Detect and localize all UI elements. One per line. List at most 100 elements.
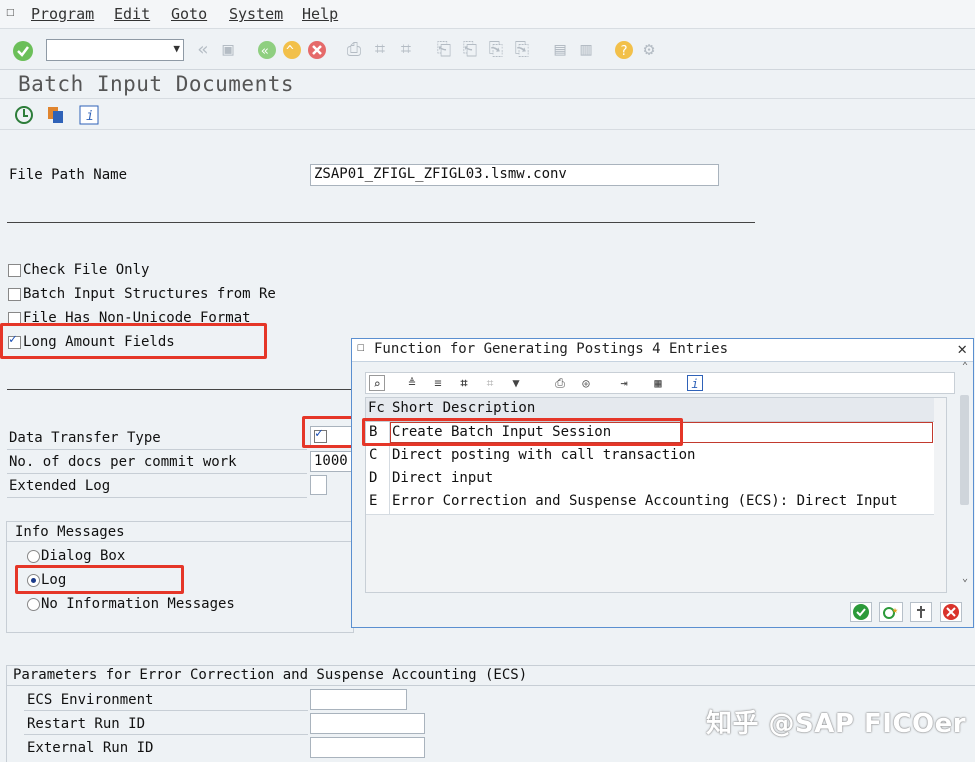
divider bbox=[7, 222, 755, 223]
window-menu-icon[interactable]: ☐ bbox=[357, 340, 365, 355]
close-icon[interactable]: ✕ bbox=[957, 339, 967, 358]
pin-button[interactable] bbox=[910, 602, 932, 622]
menu-system[interactable]: System bbox=[229, 5, 283, 23]
watermark: 知乎 @SAP FICOer bbox=[706, 709, 967, 739]
ecs-environment-label: ECS Environment bbox=[27, 692, 154, 708]
scroll-up-icon[interactable]: ⌃ bbox=[958, 361, 972, 372]
sort-descending-icon[interactable]: ≡ bbox=[430, 375, 446, 391]
export-icon[interactable]: ⇥ bbox=[616, 375, 632, 391]
menu-help[interactable]: Help bbox=[302, 5, 338, 23]
back-double-icon[interactable]: « bbox=[193, 40, 213, 60]
row-line bbox=[7, 449, 307, 450]
svg-text:^: ^ bbox=[286, 44, 294, 59]
column-header-description[interactable]: Short Description bbox=[392, 400, 535, 416]
title-bar: Batch Input Documents bbox=[0, 70, 975, 98]
batch-input-structures-label: Batch Input Structures from Re bbox=[23, 286, 276, 302]
sort-ascending-icon[interactable]: ≜ bbox=[404, 375, 420, 391]
table-row[interactable]: D Direct input bbox=[366, 468, 934, 492]
restart-run-id-input[interactable] bbox=[310, 713, 425, 734]
application-toolbar bbox=[0, 98, 975, 130]
exit-icon[interactable]: ^ bbox=[282, 40, 302, 60]
no-info-messages-label: No Information Messages bbox=[41, 596, 235, 612]
scroll-down-icon[interactable]: ⌄ bbox=[958, 573, 972, 584]
dialog-box-radio[interactable] bbox=[27, 550, 40, 563]
check-file-only-checkbox[interactable] bbox=[8, 264, 21, 277]
batch-input-structures-checkbox[interactable] bbox=[8, 288, 21, 301]
print-icon[interactable]: ⎙ bbox=[552, 375, 568, 391]
row-description: Direct input bbox=[392, 470, 494, 486]
external-run-id-input[interactable] bbox=[310, 737, 425, 758]
new-entries-button[interactable]: ★ bbox=[879, 602, 903, 622]
group-line bbox=[7, 541, 351, 542]
create-session-icon[interactable]: ▤ bbox=[549, 40, 571, 60]
extended-log-checkbox[interactable] bbox=[310, 475, 327, 495]
system-menu-icon[interactable]: ☐ bbox=[6, 4, 14, 20]
back-icon[interactable]: « bbox=[257, 40, 277, 60]
alv-toolbar: ⌕ ≜ ≡ ⌗ ⌗ ▼ ⎙ ◎ ⇥ ▦ i bbox=[365, 372, 955, 394]
divider bbox=[7, 389, 351, 390]
variant-icon[interactable] bbox=[46, 105, 66, 125]
chevron-down-icon[interactable]: ▼ bbox=[173, 42, 180, 55]
command-field[interactable]: ▼ bbox=[46, 39, 184, 61]
svg-text:?: ? bbox=[620, 44, 628, 59]
restart-run-id-label: Restart Run ID bbox=[27, 716, 146, 732]
cell-separator bbox=[389, 468, 390, 491]
scrollbar-thumb[interactable] bbox=[960, 395, 969, 505]
previous-page-icon[interactable]: ⎗ bbox=[459, 40, 481, 60]
dialog-box-label: Dialog Box bbox=[41, 548, 126, 564]
cancel-button[interactable] bbox=[940, 602, 962, 622]
highlight-long-amount bbox=[0, 323, 267, 359]
row-line bbox=[24, 734, 308, 735]
save-icon[interactable]: ▣ bbox=[217, 40, 239, 60]
find-icon[interactable]: ⌗ bbox=[369, 40, 391, 60]
table-row[interactable]: C Direct posting with call transaction bbox=[366, 445, 934, 469]
enter-icon[interactable] bbox=[12, 40, 34, 62]
ok-button[interactable] bbox=[850, 602, 872, 622]
menu-bar: ☐ Program Edit Goto System Help bbox=[0, 0, 975, 29]
extended-log-label: Extended Log bbox=[9, 478, 111, 494]
row-code: E bbox=[369, 493, 378, 509]
file-path-label: File Path Name bbox=[9, 167, 128, 183]
layout-icon[interactable]: ▦ bbox=[650, 375, 666, 391]
page-title: Batch Input Documents bbox=[18, 72, 295, 96]
filter-icon[interactable]: ▼ bbox=[508, 375, 524, 391]
table-row[interactable]: E Error Correction and Suspense Accounti… bbox=[366, 491, 934, 515]
menu-edit[interactable]: Edit bbox=[114, 5, 150, 23]
help-icon[interactable]: ? bbox=[614, 40, 634, 60]
execute-icon[interactable] bbox=[14, 105, 34, 125]
find-next-icon[interactable]: ⌗ bbox=[395, 40, 417, 60]
menu-goto[interactable]: Goto bbox=[171, 5, 207, 23]
file-path-input[interactable]: ZSAP01_ZFIGL_ZFIGL03.lsmw.conv bbox=[310, 164, 719, 186]
ecs-title: Parameters for Error Correction and Susp… bbox=[13, 667, 528, 683]
views-icon[interactable]: ◎ bbox=[578, 375, 594, 391]
next-page-icon[interactable]: ⎘ bbox=[485, 40, 507, 60]
ecs-environment-input[interactable] bbox=[310, 689, 407, 710]
scrollbar[interactable]: ⌃ ⌄ bbox=[958, 361, 972, 591]
data-transfer-type-label: Data Transfer Type bbox=[9, 430, 161, 446]
info-icon[interactable]: i bbox=[687, 375, 703, 391]
last-page-icon[interactable]: ⎘ bbox=[511, 40, 533, 60]
row-line bbox=[7, 473, 307, 474]
shortcut-icon[interactable]: ▥ bbox=[575, 40, 597, 60]
info-icon[interactable]: i bbox=[79, 105, 99, 125]
menu-program[interactable]: Program bbox=[31, 5, 94, 23]
svg-text:i: i bbox=[86, 109, 94, 124]
svg-text:★: ★ bbox=[892, 605, 898, 616]
no-info-messages-radio[interactable] bbox=[27, 598, 40, 611]
first-page-icon[interactable]: ⎗ bbox=[433, 40, 455, 60]
cell-separator bbox=[389, 445, 390, 468]
find-icon[interactable]: ⌗ bbox=[456, 375, 472, 391]
function-dialog: ☐ Function for Generating Postings 4 Ent… bbox=[351, 338, 974, 628]
gear-icon[interactable]: ⚙ bbox=[638, 40, 660, 60]
docs-per-commit-label: No. of docs per commit work bbox=[9, 454, 237, 470]
cancel-icon[interactable] bbox=[307, 40, 327, 60]
row-code: D bbox=[369, 470, 378, 486]
cell-separator bbox=[389, 491, 390, 514]
column-header-fc[interactable]: Fc bbox=[368, 400, 385, 416]
highlight-log bbox=[15, 565, 184, 594]
details-icon[interactable]: ⌕ bbox=[369, 375, 385, 391]
docs-per-commit-input[interactable]: 1000 bbox=[310, 451, 352, 472]
find-next-icon[interactable]: ⌗ bbox=[482, 375, 498, 391]
row-description: Direct posting with call transaction bbox=[392, 447, 696, 463]
print-icon[interactable]: ⎙ bbox=[343, 40, 365, 60]
